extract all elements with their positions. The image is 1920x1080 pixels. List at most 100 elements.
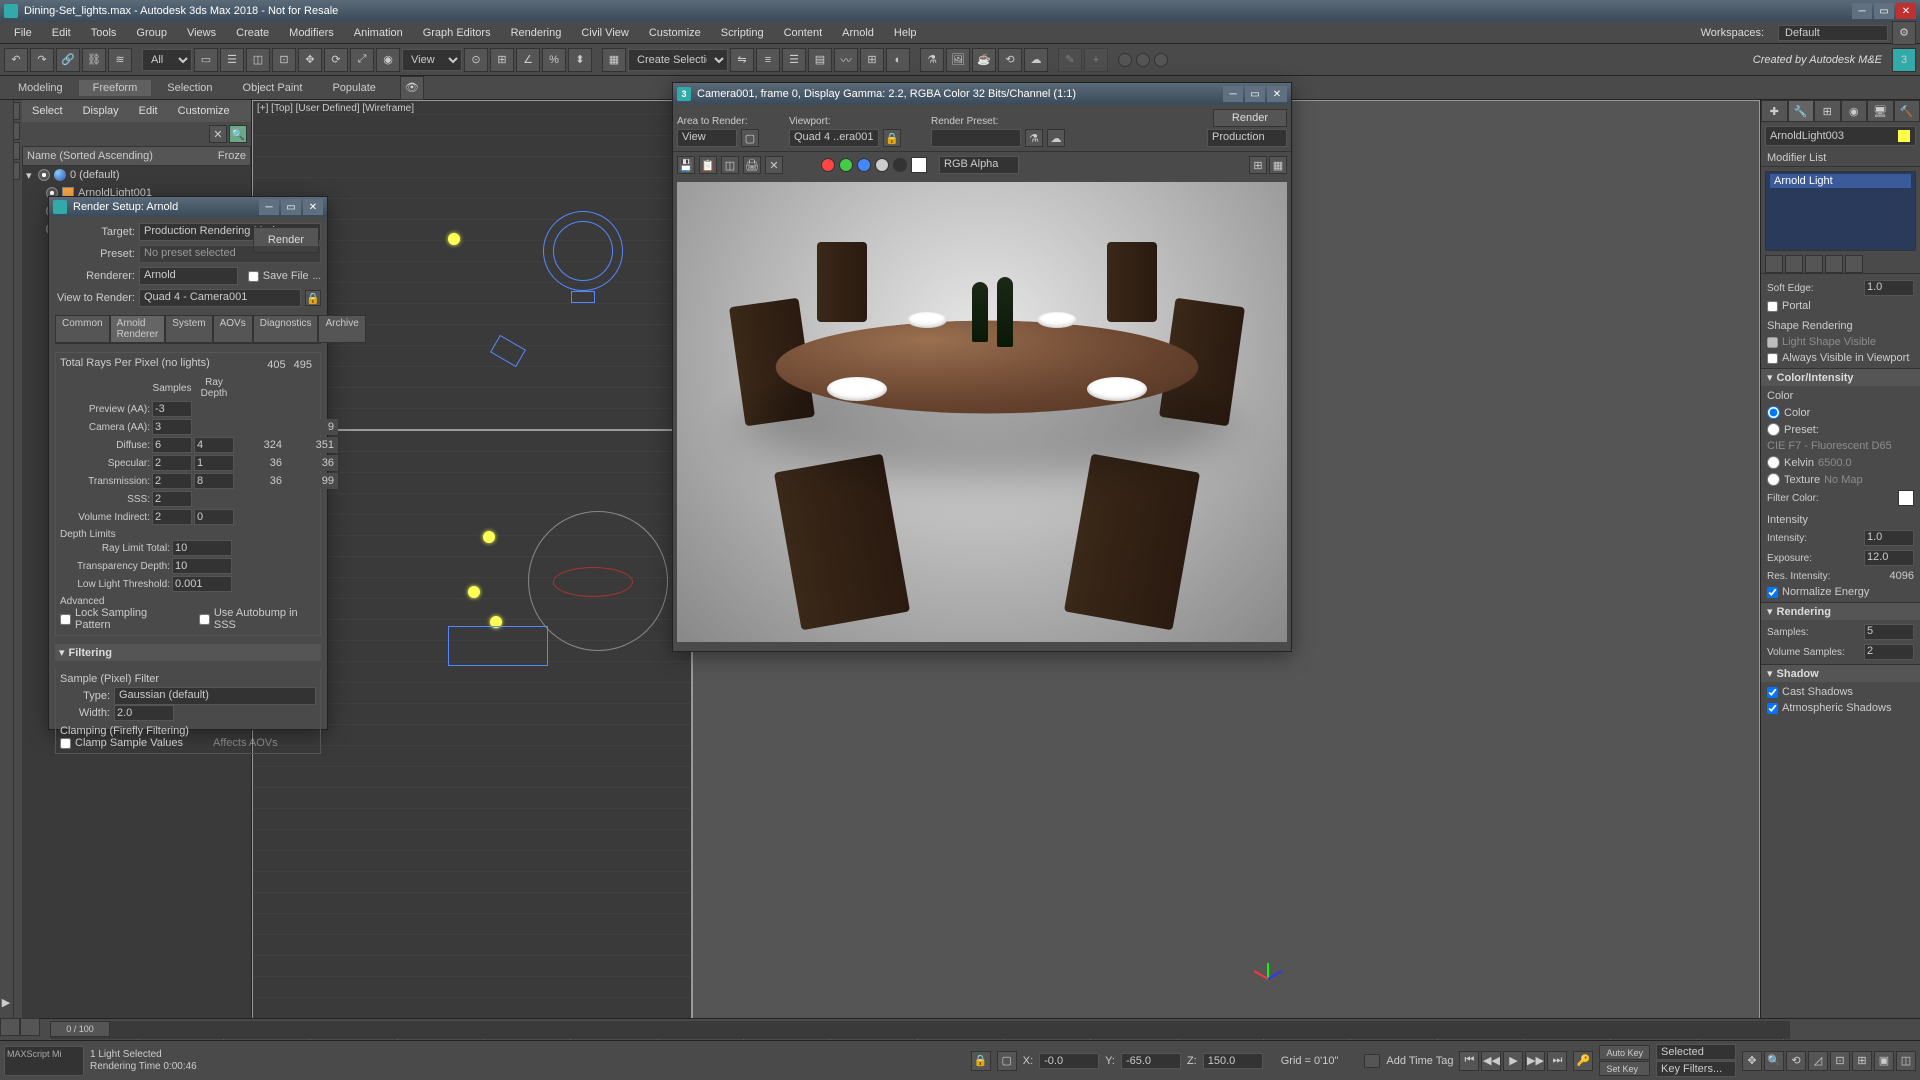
key-filters-button[interactable]: Key Filters... — [1656, 1061, 1736, 1077]
filtering-rollout-header[interactable]: ▾Filtering — [55, 644, 321, 661]
minimize-button[interactable]: ─ — [1852, 3, 1872, 19]
fov-button[interactable]: ◿ — [1808, 1051, 1828, 1071]
se-search-icon[interactable]: 🔍 — [229, 125, 247, 143]
preview-aa-spinner[interactable]: -3 — [152, 401, 192, 417]
cast-shadows-checkbox[interactable] — [1767, 687, 1778, 698]
copy-image-button[interactable]: 📋 — [699, 156, 717, 174]
lock-selection-button[interactable]: 🔒 — [971, 1051, 991, 1071]
zoom-all-button[interactable]: ⊞ — [1852, 1051, 1872, 1071]
environment-icon[interactable]: ☁ — [1047, 129, 1065, 147]
angle-snap-button[interactable]: ∠ — [516, 48, 540, 72]
view-to-render-dropdown[interactable]: Quad 4 - Camera001 — [139, 289, 301, 307]
menu-scripting[interactable]: Scripting — [711, 25, 774, 41]
visibility-icon[interactable] — [38, 169, 50, 181]
y-coordinate-input[interactable]: -65.0 — [1121, 1053, 1181, 1069]
light-gizmo[interactable] — [468, 586, 480, 598]
area-to-render-dropdown[interactable]: View — [677, 129, 737, 147]
zoom-extents-button[interactable]: ⊡ — [1830, 1051, 1850, 1071]
menu-help[interactable]: Help — [884, 25, 927, 41]
preset-dropdown[interactable]: No preset selected — [139, 245, 321, 263]
region-button[interactable]: ▢ — [741, 129, 759, 147]
unlink-button[interactable]: ⛓ — [82, 48, 106, 72]
ribbon-tab-object-paint[interactable]: Object Paint — [229, 80, 317, 96]
rs-maximize-button[interactable]: ▭ — [281, 199, 301, 215]
time-slider-handle[interactable]: 0 / 100 — [50, 1021, 110, 1037]
filter-type-dropdown[interactable]: Gaussian (default) — [114, 687, 316, 705]
channel-dropdown[interactable]: RGB Alpha — [939, 156, 1019, 174]
rs-tab-diagnostics[interactable]: Diagnostics — [253, 315, 319, 343]
close-button[interactable]: ✕ — [1896, 3, 1916, 19]
key-target-dropdown[interactable]: Selected — [1656, 1044, 1736, 1060]
wire-object[interactable] — [571, 291, 595, 303]
se-close-icon[interactable]: ✕ — [209, 125, 227, 143]
always-visible-checkbox[interactable] — [1767, 353, 1778, 364]
pin-stack-button[interactable] — [1765, 255, 1783, 273]
named-selection-dropdown[interactable]: Create Selection Se — [628, 49, 728, 71]
specular-samples-spinner[interactable]: 2 — [152, 455, 192, 471]
shadow-header[interactable]: ▾Shadow — [1761, 665, 1920, 682]
menu-edit[interactable]: Edit — [42, 25, 81, 41]
object-name-field[interactable]: ArnoldLight003 — [1765, 126, 1916, 146]
preset-dropdown[interactable]: CIE F7 - Fluorescent D65 — [1767, 440, 1914, 452]
min-max-button[interactable]: ◫ — [1896, 1051, 1916, 1071]
render-iterative-button[interactable]: ⟲ — [998, 48, 1022, 72]
green-channel-button[interactable] — [839, 158, 853, 172]
prev-frame-button[interactable]: ◀◀ — [1481, 1051, 1501, 1071]
low-light-threshold-spinner[interactable]: 0.001 — [172, 576, 232, 592]
rs-tab-common[interactable]: Common — [55, 315, 110, 343]
render-preset-dropdown[interactable] — [931, 129, 1021, 147]
add-time-tag-button[interactable]: Add Time Tag — [1386, 1055, 1453, 1067]
select-object-button[interactable]: ▭ — [194, 48, 218, 72]
volume-samples-spinner[interactable]: 2 — [152, 509, 192, 525]
color-intensity-header[interactable]: ▾Color/Intensity — [1761, 369, 1920, 386]
next-frame-button[interactable]: ▶▶ — [1525, 1051, 1545, 1071]
light-gizmo[interactable] — [483, 531, 495, 543]
rw-maximize-button[interactable]: ▭ — [1245, 86, 1265, 102]
goto-start-button[interactable]: ⏮ — [1459, 1051, 1479, 1071]
atmospheric-shadows-checkbox[interactable] — [1767, 703, 1778, 714]
menu-animation[interactable]: Animation — [344, 25, 413, 41]
render-window-title-bar[interactable]: 3 Camera001, frame 0, Display Gamma: 2.2… — [673, 83, 1291, 105]
named-selection-button[interactable]: ▦ — [602, 48, 626, 72]
rs-tab-aovs[interactable]: AOVs — [213, 315, 253, 343]
rs-tab-archive[interactable]: Archive — [318, 315, 365, 343]
utilities-tab[interactable]: 🔨 — [1894, 100, 1920, 122]
tree-root[interactable]: ▾ 0 (default) — [22, 166, 251, 184]
viewport-top-label[interactable]: [+] [Top] [User Defined] [Wireframe] — [257, 103, 414, 114]
intensity-spinner[interactable]: 1.0 — [1864, 530, 1914, 546]
save-file-checkbox[interactable] — [248, 271, 259, 282]
sss-samples-spinner[interactable]: 2 — [152, 491, 192, 507]
specular-depth-spinner[interactable]: 1 — [194, 455, 234, 471]
light-gizmo[interactable] — [448, 233, 460, 245]
transparency-depth-spinner[interactable]: 10 — [172, 558, 232, 574]
snap-toggle-button[interactable]: ⊞ — [490, 48, 514, 72]
soft-edge-spinner[interactable]: 1.0 — [1864, 280, 1914, 296]
rw-minimize-button[interactable]: ─ — [1223, 86, 1243, 102]
zoom-button[interactable]: 🔍 — [1764, 1051, 1784, 1071]
menu-create[interactable]: Create — [226, 25, 279, 41]
configure-sets-button[interactable] — [1845, 255, 1863, 273]
render-mode-dropdown[interactable]: Production — [1207, 129, 1287, 147]
se-menu-customize[interactable]: Customize — [172, 103, 236, 119]
mirror-button[interactable]: ⇋ — [730, 48, 754, 72]
diffuse-depth-spinner[interactable]: 4 — [194, 437, 234, 453]
material-editor-button[interactable]: ◐ — [886, 48, 910, 72]
key-mode-button[interactable]: 🔑 — [1573, 1051, 1593, 1071]
filter-width-spinner[interactable]: 2.0 — [114, 705, 174, 721]
render-button[interactable]: ☕ — [972, 48, 996, 72]
transmission-samples-spinner[interactable]: 2 — [152, 473, 192, 489]
menu-graph-editors[interactable]: Graph Editors — [413, 25, 501, 41]
create-tab[interactable]: ✚ — [1761, 100, 1788, 122]
light-shape-visible-checkbox[interactable] — [1767, 337, 1778, 348]
time-slider[interactable]: 0 / 100 — [50, 1021, 1790, 1039]
show-end-result-button[interactable] — [1785, 255, 1803, 273]
volume-samples-spinner[interactable]: 2 — [1864, 644, 1914, 660]
lock-viewport-button[interactable]: 🔒 — [883, 129, 901, 147]
selection-filter-dropdown[interactable]: All — [142, 49, 192, 71]
se-menu-edit[interactable]: Edit — [133, 103, 164, 119]
save-image-button[interactable]: 💾 — [677, 156, 695, 174]
menu-arnold[interactable]: Arnold — [832, 25, 884, 41]
preset-radio[interactable] — [1767, 423, 1780, 436]
move-button[interactable]: ✥ — [298, 48, 322, 72]
motion-tab[interactable]: ◉ — [1841, 100, 1868, 122]
